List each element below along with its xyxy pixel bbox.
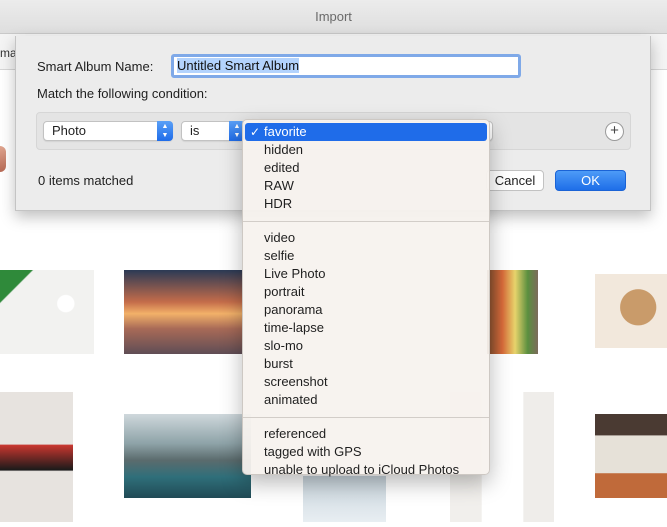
photo-thumbnail-desk[interactable] (0, 270, 94, 354)
window-title: Import (315, 9, 352, 24)
menu-item-screenshot[interactable]: screenshot (243, 373, 489, 391)
menu-item-video[interactable]: video (243, 229, 489, 247)
photo-thumbnail-fashion[interactable] (0, 392, 73, 522)
avatar (0, 146, 6, 172)
menu-item-tagged-with-gps[interactable]: tagged with GPS (243, 443, 489, 461)
menu-item-slo-mo[interactable]: slo-mo (243, 337, 489, 355)
menu-item-panorama[interactable]: panorama (243, 301, 489, 319)
menu-item-raw[interactable]: RAW (243, 177, 489, 195)
menu-item-portrait[interactable]: portrait (243, 283, 489, 301)
ok-button[interactable]: OK (555, 170, 626, 191)
smart-album-name-input[interactable]: Untitled Smart Album (171, 54, 521, 78)
menu-item-animated[interactable]: animated (243, 391, 489, 409)
menu-item-edited[interactable]: edited (243, 159, 489, 177)
photo-thumbnail-rocks[interactable] (124, 414, 251, 498)
menu-item-referenced[interactable]: referenced (243, 425, 489, 443)
menu-item-favorite[interactable]: ✓ favorite (245, 123, 487, 141)
field-popup[interactable]: Photo ▲ ▼ (43, 121, 173, 141)
menu-item-burst[interactable]: burst (243, 355, 489, 373)
menu-item-live-photo[interactable]: Live Photo (243, 265, 489, 283)
menu-item-unable-to-upload[interactable]: unable to upload to iCloud Photos (243, 461, 489, 479)
photo-thumbnail-dress[interactable] (303, 476, 386, 522)
cancel-button[interactable]: Cancel (486, 170, 544, 191)
photo-thumbnail-airplane-sky[interactable] (124, 270, 243, 354)
smart-album-name-label: Smart Album Name: (37, 59, 154, 74)
plus-circle-icon[interactable]: + (605, 122, 624, 141)
photo-thumbnail-dog[interactable] (595, 274, 667, 348)
menu-item-selfie[interactable]: selfie (243, 247, 489, 265)
field-popup-value: Photo (52, 123, 86, 138)
operator-popup[interactable]: is ▲ ▼ (181, 121, 245, 141)
checkmark-icon: ✓ (250, 125, 261, 139)
condition-label: Match the following condition: (37, 86, 208, 101)
menu-item-label: favorite (264, 124, 307, 139)
menu-item-time-lapse[interactable]: time-lapse (243, 319, 489, 337)
photo-thumbnail-market[interactable] (487, 270, 538, 354)
menu-separator (243, 221, 489, 222)
value-dropdown-menu: ✓ favorite hidden edited RAW HDR video s… (242, 119, 490, 477)
operator-popup-value: is (190, 123, 200, 138)
menu-item-hdr[interactable]: HDR (243, 195, 489, 213)
photo-thumbnail-table[interactable] (595, 414, 667, 498)
window-titlebar: Import (0, 0, 667, 34)
chevron-updown-icon: ▲ ▼ (157, 121, 173, 141)
menu-separator (243, 417, 489, 418)
smart-album-name-value: Untitled Smart Album (177, 58, 300, 73)
menu-item-hidden[interactable]: hidden (243, 141, 489, 159)
items-matched-count: 0 items matched (38, 173, 134, 188)
